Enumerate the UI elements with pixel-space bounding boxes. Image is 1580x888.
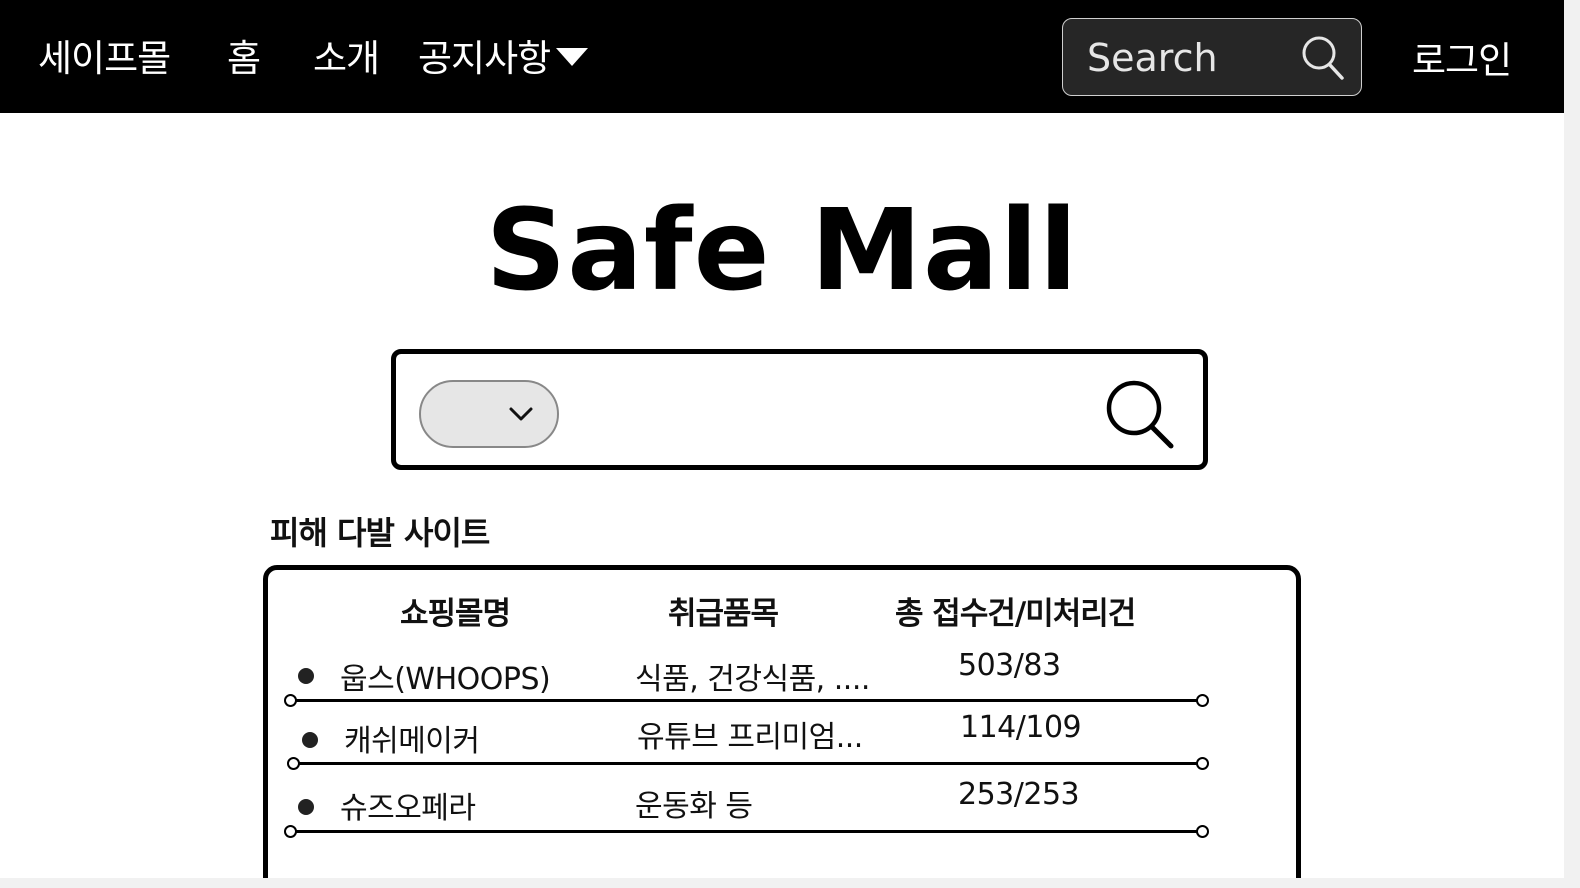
page-title: Safe Mall	[485, 186, 1079, 316]
row-divider	[284, 694, 1209, 707]
top-navbar: 세이프몰 홈 소개 공지사항 로그인	[0, 0, 1564, 113]
column-header-count: 총 접수건/미처리건	[895, 596, 1136, 632]
table-row[interactable]: 캐쉬메이커 유튜브 프리미엄... 114/109	[268, 710, 1296, 770]
caret-down-icon	[556, 48, 589, 66]
main-search-box	[391, 349, 1208, 470]
nav-search-input[interactable]	[1087, 33, 1287, 83]
row-divider	[284, 825, 1209, 838]
shop-name: 캐쉬메이커	[344, 724, 480, 759]
main-search-input[interactable]	[576, 382, 1096, 444]
nav-search-box	[1062, 18, 1362, 96]
login-link[interactable]: 로그인	[1412, 30, 1512, 84]
table-row[interactable]: 슈즈오페라 운동화 등 253/253	[268, 777, 1296, 837]
shop-name: 웁스(WHOOPS)	[340, 662, 551, 697]
report-count: 253/253	[958, 777, 1080, 812]
search-icon[interactable]	[1301, 35, 1345, 81]
nav-notice-label: 공지사항	[418, 37, 551, 80]
bullet-icon	[298, 799, 314, 815]
category-select[interactable]	[419, 380, 559, 448]
shop-items: 식품, 건강식품, ....	[635, 662, 870, 697]
bullet-icon	[302, 732, 318, 748]
chevron-down-icon	[509, 407, 533, 421]
row-divider	[287, 757, 1209, 770]
column-header-name: 쇼핑몰명	[400, 596, 511, 632]
shop-items: 운동화 등	[635, 789, 753, 824]
table-row[interactable]: 웁스(WHOOPS) 식품, 건강식품, .... 503/83	[268, 646, 1296, 706]
damage-sites-table: 쇼핑몰명 취급품목 총 접수건/미처리건 웁스(WHOOPS) 식품, 건강식품…	[263, 565, 1301, 878]
nav-home-link[interactable]: 홈	[227, 28, 261, 82]
column-header-items: 취급품목	[668, 596, 779, 632]
search-icon[interactable]	[1104, 378, 1176, 450]
brand-link[interactable]: 세이프몰	[38, 28, 171, 82]
page: 세이프몰 홈 소개 공지사항 로그인 Safe Mall 피	[0, 0, 1580, 888]
report-count: 503/83	[958, 648, 1061, 683]
report-count: 114/109	[960, 710, 1082, 745]
shop-items: 유튜브 프리미엄...	[637, 720, 863, 755]
bullet-icon	[298, 668, 314, 684]
section-title: 피해 다발 사이트	[270, 514, 490, 552]
nav-notice-dropdown[interactable]: 공지사항	[418, 28, 589, 82]
shop-name: 슈즈오페라	[340, 791, 476, 826]
nav-about-link[interactable]: 소개	[313, 28, 380, 82]
